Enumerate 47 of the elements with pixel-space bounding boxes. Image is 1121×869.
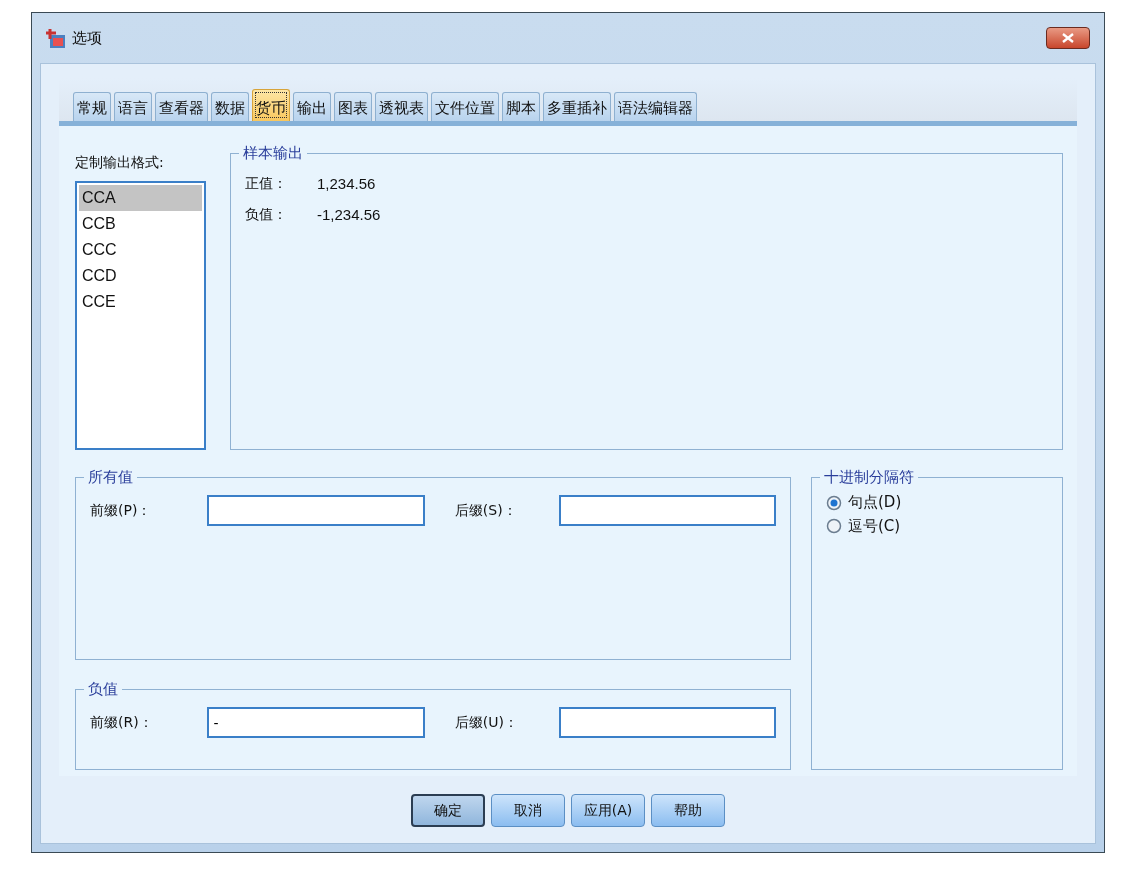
dialog-button[interactable]: 应用(A) — [571, 794, 645, 827]
tab[interactable]: 图表 — [334, 92, 372, 121]
close-icon — [1062, 33, 1074, 43]
input-field[interactable] — [558, 707, 776, 738]
group-title: 十进制分隔符 — [823, 470, 915, 485]
format-list[interactable]: CCA CCB CCC CCD CCE — [75, 181, 206, 450]
radio-button[interactable] — [826, 494, 842, 511]
list-item[interactable]: CCE — [79, 289, 202, 315]
close-button[interactable] — [1046, 27, 1090, 49]
group-title: 所有值 — [87, 470, 134, 485]
sample-label: 负值： — [245, 204, 287, 224]
list-item[interactable]: CCD — [79, 263, 202, 289]
format-list-label: 定制输出格式: — [75, 153, 165, 172]
dialog-button[interactable]: 取消 — [491, 794, 565, 827]
tab[interactable]: 查看器 — [155, 92, 208, 121]
radio-button[interactable] — [826, 518, 842, 535]
tab[interactable]: 货币 — [252, 89, 290, 121]
list-item[interactable]: CCC — [79, 237, 202, 263]
field-label: 后缀(U)： — [453, 713, 520, 732]
window-title: 选项 — [72, 27, 102, 49]
dialog-button[interactable]: 帮助 — [651, 794, 725, 827]
input-field[interactable] — [207, 495, 425, 526]
sample-value: -1,234.56 — [317, 204, 381, 225]
list-item[interactable]: CCB — [79, 211, 202, 237]
radio-label: 逗号(C) — [848, 516, 901, 536]
sample-label: 正值： — [245, 174, 287, 193]
sample-value: 1,234.56 — [317, 174, 376, 194]
group-title: 负值 — [87, 682, 119, 697]
app-icon — [44, 27, 66, 49]
list-item[interactable]: CCA — [79, 185, 202, 211]
tab[interactable]: 数据 — [211, 92, 249, 121]
tab[interactable]: 透视表 — [375, 92, 428, 121]
tab[interactable]: 输出 — [293, 92, 331, 121]
tab[interactable]: 多重插补 — [543, 92, 611, 121]
tab[interactable]: 文件位置 — [431, 92, 499, 121]
tab[interactable]: 语言 — [114, 92, 152, 121]
input-field[interactable]: - — [207, 707, 425, 738]
radio-label: 句点(D) — [848, 493, 902, 513]
group-title: 样本输出 — [242, 146, 304, 161]
tab[interactable]: 脚本 — [502, 92, 540, 121]
tab[interactable]: 语法编辑器 — [614, 92, 697, 121]
field-label: 后缀(S)： — [453, 501, 518, 520]
field-label: 前缀(P)： — [90, 501, 153, 520]
dialog-button[interactable]: 确定 — [411, 794, 485, 827]
input-field[interactable] — [558, 495, 776, 526]
tab[interactable]: 常规 — [73, 92, 111, 121]
field-label: 前缀(R)： — [90, 713, 154, 732]
